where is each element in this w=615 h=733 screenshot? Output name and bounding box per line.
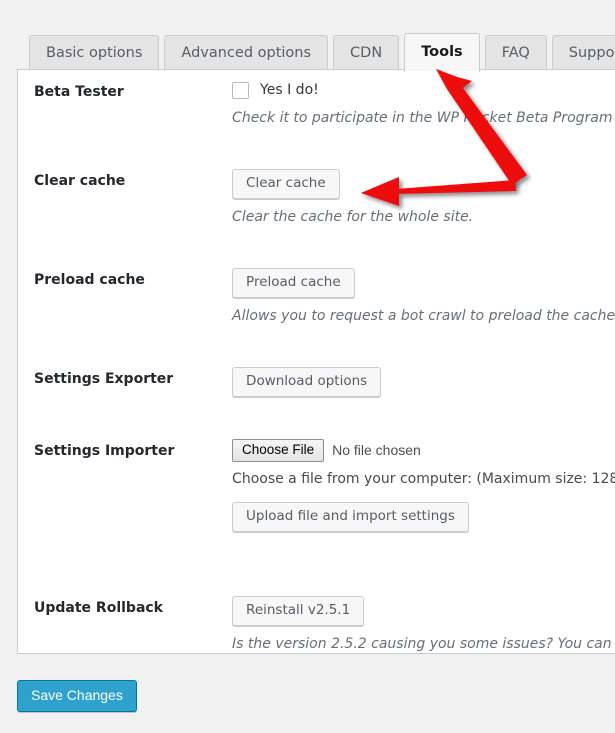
spacer-5 (18, 542, 615, 586)
row-beta-tester: Beta Tester Yes I do! Check it to partic… (18, 70, 615, 137)
beta-tester-label: Beta Tester (34, 84, 124, 100)
row-preload-cache: Preload cache Preload cache Allows you t… (18, 258, 615, 335)
upload-and-import-button[interactable]: Upload file and import settings (232, 502, 469, 533)
row-update-rollback: Update Rollback Reinstall v2.5.1 Is the … (18, 586, 615, 653)
row-clear-cache: Clear cache Clear cache Clear the cache … (18, 159, 615, 236)
beta-tester-description: Check it to participate in the WP Rocket… (232, 110, 615, 126)
save-changes-button[interactable]: Save Changes (17, 680, 137, 713)
clear-cache-field: Clear cache Clear the cache for the whol… (232, 159, 615, 236)
settings-importer-field: Choose File No file chosen Choose a file… (232, 429, 615, 542)
clear-cache-label: Clear cache (34, 173, 126, 190)
spacer-4 (18, 407, 615, 429)
update-rollback-field: Reinstall v2.5.1 Is the version 2.5.2 ca… (232, 586, 615, 653)
tab-basic-options[interactable]: Basic options (29, 35, 160, 72)
clear-cache-description: Clear the cache for the whole site. (232, 209, 474, 226)
tab-support[interactable]: Support (551, 35, 615, 72)
tools-settings-panel: Beta Tester Yes I do! Check it to partic… (17, 69, 615, 654)
tab-faq[interactable]: FAQ (484, 35, 547, 72)
settings-importer-description: Choose a file from your computer: (Maxim… (232, 471, 615, 488)
spacer-2 (18, 236, 615, 258)
settings-importer-label: Settings Importer (34, 443, 175, 460)
spacer-3 (18, 335, 615, 357)
tab-cdn[interactable]: CDN (333, 35, 400, 72)
spacer-1 (18, 137, 615, 159)
beta-tester-checkbox-label[interactable]: Yes I do! (260, 82, 319, 98)
settings-exporter-field: Download options (232, 357, 615, 407)
update-rollback-label: Update Rollback (34, 600, 163, 617)
preload-cache-button[interactable]: Preload cache (232, 268, 355, 299)
reinstall-version-button[interactable]: Reinstall v2.5.1 (232, 596, 365, 626)
choose-file-button[interactable]: Choose File (232, 438, 325, 462)
tab-advanced-options[interactable]: Advanced options (164, 35, 329, 72)
tab-tools[interactable]: Tools (404, 33, 480, 73)
update-rollback-description: Is the version 2.5.2 causing you some is… (232, 635, 615, 652)
beta-tester-checkbox-line: Yes I do! (232, 80, 615, 100)
row-settings-importer: Settings Importer Choose File No file ch… (18, 429, 615, 542)
row-settings-exporter: Settings Exporter Download options (18, 357, 615, 407)
settings-tab-bar: Basic options Advanced options CDN Tools… (0, 33, 615, 73)
beta-tester-field: Yes I do! Check it to participate in the… (232, 70, 615, 137)
tools-settings-table: Beta Tester Yes I do! Check it to partic… (18, 70, 615, 653)
file-input-line: Choose File No file chosen (232, 438, 615, 462)
beta-tester-checkbox[interactable] (232, 81, 250, 99)
preload-cache-field: Preload cache Allows you to request a bo… (232, 258, 615, 335)
preload-cache-label: Preload cache (34, 272, 145, 289)
clear-cache-button[interactable]: Clear cache (232, 169, 340, 200)
preload-cache-description: Allows you to request a bot crawl to pre… (232, 308, 615, 325)
download-options-button[interactable]: Download options (232, 367, 382, 398)
settings-exporter-label: Settings Exporter (34, 371, 174, 388)
file-status-text: No file chosen (332, 442, 421, 459)
